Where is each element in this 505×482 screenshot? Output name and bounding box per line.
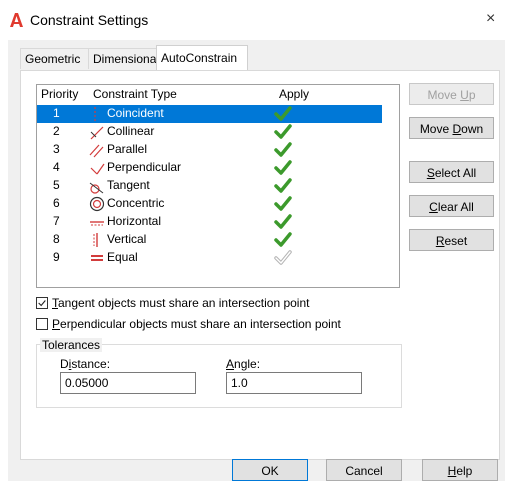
row-name: Horizontal xyxy=(107,214,162,228)
constraint-row-coincident[interactable]: 1 Coincident xyxy=(37,105,382,123)
row-name: Vertical xyxy=(107,232,147,246)
move-up-button[interactable]: Move Up xyxy=(409,83,494,105)
help-button[interactable]: Help xyxy=(422,459,498,481)
apply-check-icon[interactable] xyxy=(273,141,293,159)
apply-check-icon[interactable] xyxy=(273,177,293,195)
cancel-button[interactable]: Cancel xyxy=(326,459,402,481)
perpendicular-icon xyxy=(90,163,105,175)
constraint-row-parallel[interactable]: 3 Parallel xyxy=(37,141,382,159)
perpendicular-checkbox[interactable] xyxy=(36,318,48,330)
distance-label: Distance: xyxy=(60,357,110,371)
button-accel: C xyxy=(429,200,438,214)
row-name: Concentric xyxy=(107,196,165,210)
row-name: Equal xyxy=(107,250,138,264)
constraint-row-tangent[interactable]: 5 Tangent xyxy=(37,177,382,195)
button-accel: U xyxy=(460,88,469,102)
vertical-icon xyxy=(93,233,98,247)
header-apply[interactable]: Apply xyxy=(279,87,309,101)
header-priority[interactable]: Priority xyxy=(41,87,78,101)
label-text: erpendicular objects must share an inter… xyxy=(60,317,341,331)
move-down-button[interactable]: Move Down xyxy=(409,117,494,139)
distance-field[interactable]: 0.05000 xyxy=(60,372,196,394)
row-priority: 6 xyxy=(53,196,60,210)
apply-check-icon[interactable] xyxy=(273,231,293,249)
label-text: angent objects must share an intersectio… xyxy=(58,296,310,310)
row-name: Tangent xyxy=(107,178,150,192)
row-priority: 2 xyxy=(53,124,60,138)
apply-check-outline-icon[interactable] xyxy=(273,249,293,267)
row-priority: 1 xyxy=(53,106,60,120)
close-icon[interactable]: × xyxy=(486,10,495,28)
button-label: elp xyxy=(456,464,473,478)
row-priority: 9 xyxy=(53,250,60,264)
button-label: Move xyxy=(419,122,453,136)
apply-check-icon[interactable] xyxy=(273,213,293,231)
reset-button[interactable]: Reset xyxy=(409,229,494,251)
header-constraint-type[interactable]: Constraint Type xyxy=(93,87,177,101)
apply-check-icon[interactable] xyxy=(273,195,293,213)
row-priority: 3 xyxy=(53,142,60,156)
tangent-checkbox[interactable] xyxy=(36,297,48,309)
label-accel: A xyxy=(226,357,235,371)
horizontal-icon xyxy=(90,221,104,226)
checkmark-icon xyxy=(38,300,46,307)
label-text: stance: xyxy=(71,357,111,371)
label-accel: P xyxy=(52,317,61,331)
apply-check-icon[interactable] xyxy=(273,123,293,141)
constraint-list[interactable]: Priority Constraint Type Apply 1 Coincid… xyxy=(36,84,400,288)
window-title: Constraint Settings xyxy=(30,12,149,28)
button-accel: D xyxy=(452,122,462,136)
constraint-row-horizontal[interactable]: 7 Horizontal xyxy=(37,213,382,231)
button-label: p xyxy=(468,88,476,102)
tolerances-title: Tolerances xyxy=(40,338,103,352)
button-label: eset xyxy=(444,234,468,248)
clear-all-button[interactable]: Clear All xyxy=(409,195,494,217)
button-label: lear All xyxy=(437,200,474,214)
apply-check-icon[interactable] xyxy=(273,105,293,123)
tab-dimensional[interactable]: Dimensional xyxy=(88,48,164,69)
concentric-icon xyxy=(89,196,105,212)
constraint-row-collinear[interactable]: 2 Collinear xyxy=(37,123,382,141)
button-label: Move xyxy=(427,88,461,102)
coincident-icon xyxy=(94,107,96,121)
equal-icon xyxy=(91,255,103,261)
angle-label: Angle: xyxy=(226,357,260,371)
row-priority: 8 xyxy=(53,232,60,246)
button-label: elect All xyxy=(434,166,477,180)
constraint-row-vertical[interactable]: 8 Vertical xyxy=(37,231,382,249)
tangent-checkbox-label[interactable]: Tangent objects must share an intersecti… xyxy=(52,296,309,310)
constraint-row-perpendicular[interactable]: 4 Perpendicular xyxy=(37,159,382,177)
row-name: Parallel xyxy=(107,142,148,156)
button-accel: S xyxy=(426,166,435,180)
row-priority: 7 xyxy=(53,214,60,228)
row-name: Coincident xyxy=(107,106,164,120)
list-header: Priority Constraint Type Apply xyxy=(37,85,399,103)
constraint-row-equal[interactable]: 9 Equal xyxy=(37,249,382,267)
row-priority: 4 xyxy=(53,160,60,174)
angle-field[interactable]: 1.0 xyxy=(226,372,362,394)
select-all-button[interactable]: Select All xyxy=(409,161,494,183)
tab-autoconstrain[interactable]: AutoConstrain xyxy=(156,45,248,70)
button-label: own xyxy=(461,122,484,136)
tangent-icon xyxy=(89,182,104,194)
label-text: D xyxy=(60,357,69,371)
row-priority: 5 xyxy=(53,178,60,192)
label-text: ngle: xyxy=(234,357,261,371)
perpendicular-checkbox-label[interactable]: Perpendicular objects must share an inte… xyxy=(52,317,341,331)
row-name: Perpendicular xyxy=(107,160,182,174)
apply-check-icon[interactable] xyxy=(273,159,293,177)
tab-geometric[interactable]: Geometric xyxy=(20,48,90,69)
ok-button[interactable]: OK xyxy=(232,459,308,481)
row-name: Collinear xyxy=(107,124,155,138)
collinear-icon xyxy=(90,126,104,140)
parallel-icon xyxy=(89,144,104,158)
constraint-row-concentric[interactable]: 6 Concentric xyxy=(37,195,382,213)
autocad-app-icon xyxy=(10,13,23,27)
